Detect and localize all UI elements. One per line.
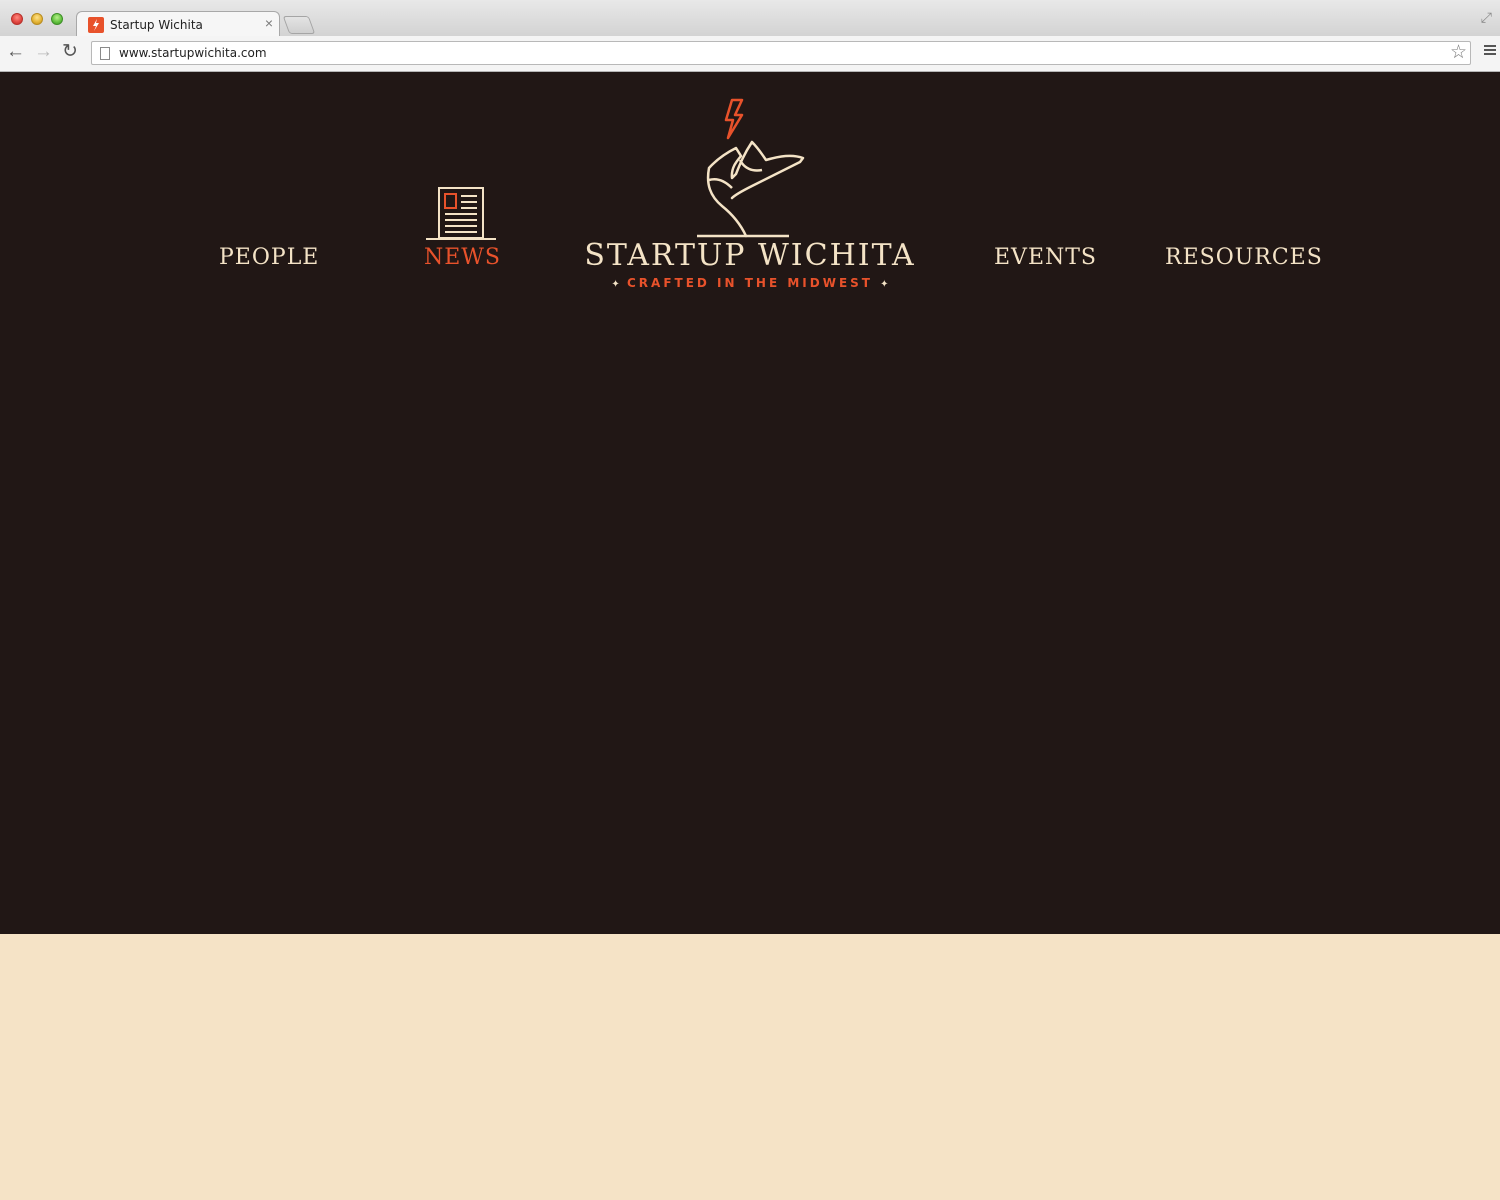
browser-tab[interactable]: Startup Wichita × (76, 11, 280, 38)
tab-title: Startup Wichita (110, 18, 203, 32)
newspaper-icon (426, 187, 496, 240)
new-tab-button[interactable] (282, 16, 316, 34)
favicon-icon (88, 17, 104, 33)
address-bar[interactable]: www.startupwichita.com ☆ (91, 41, 1471, 65)
reload-icon[interactable]: ↻ (62, 42, 78, 62)
back-arrow-icon[interactable]: ← (6, 42, 25, 62)
browser-tab-strip: Startup Wichita × ⤢ (0, 0, 1500, 38)
brand-tagline: ✦ CRAFTED IN THE MIDWEST ✦ (584, 276, 916, 290)
browser-menu-icon[interactable] (1484, 45, 1496, 57)
nav-news[interactable]: NEWS (424, 245, 501, 270)
brand-name[interactable]: STARTUP WICHITA (584, 238, 916, 273)
nav-events[interactable]: EVENTS (994, 245, 1097, 270)
site-header: PEOPLE NEWS STARTUP WICHITA ✦ CRAFTED IN… (0, 72, 1500, 934)
sparkle-icon: ✦ (611, 279, 620, 290)
hand-lightning-logo-icon[interactable] (696, 98, 806, 238)
tagline-text: CRAFTED IN THE MIDWEST (627, 276, 873, 290)
forward-arrow-icon[interactable]: → (34, 42, 53, 62)
browser-toolbar: ← → ↻ www.startupwichita.com ☆ (0, 36, 1500, 72)
close-tab-icon[interactable]: × (265, 15, 273, 31)
close-window-button[interactable] (11, 13, 23, 25)
bookmark-star-icon[interactable]: ☆ (1450, 41, 1467, 64)
url-text[interactable]: www.startupwichita.com (119, 46, 267, 60)
nav-people[interactable]: PEOPLE (219, 245, 319, 270)
minimize-window-button[interactable] (31, 13, 43, 25)
fullscreen-icon[interactable]: ⤢ (1481, 9, 1492, 26)
page-icon (100, 47, 110, 60)
sparkle-icon: ✦ (880, 279, 889, 290)
nav-resources[interactable]: RESOURCES (1165, 245, 1323, 270)
zoom-window-button[interactable] (51, 13, 63, 25)
